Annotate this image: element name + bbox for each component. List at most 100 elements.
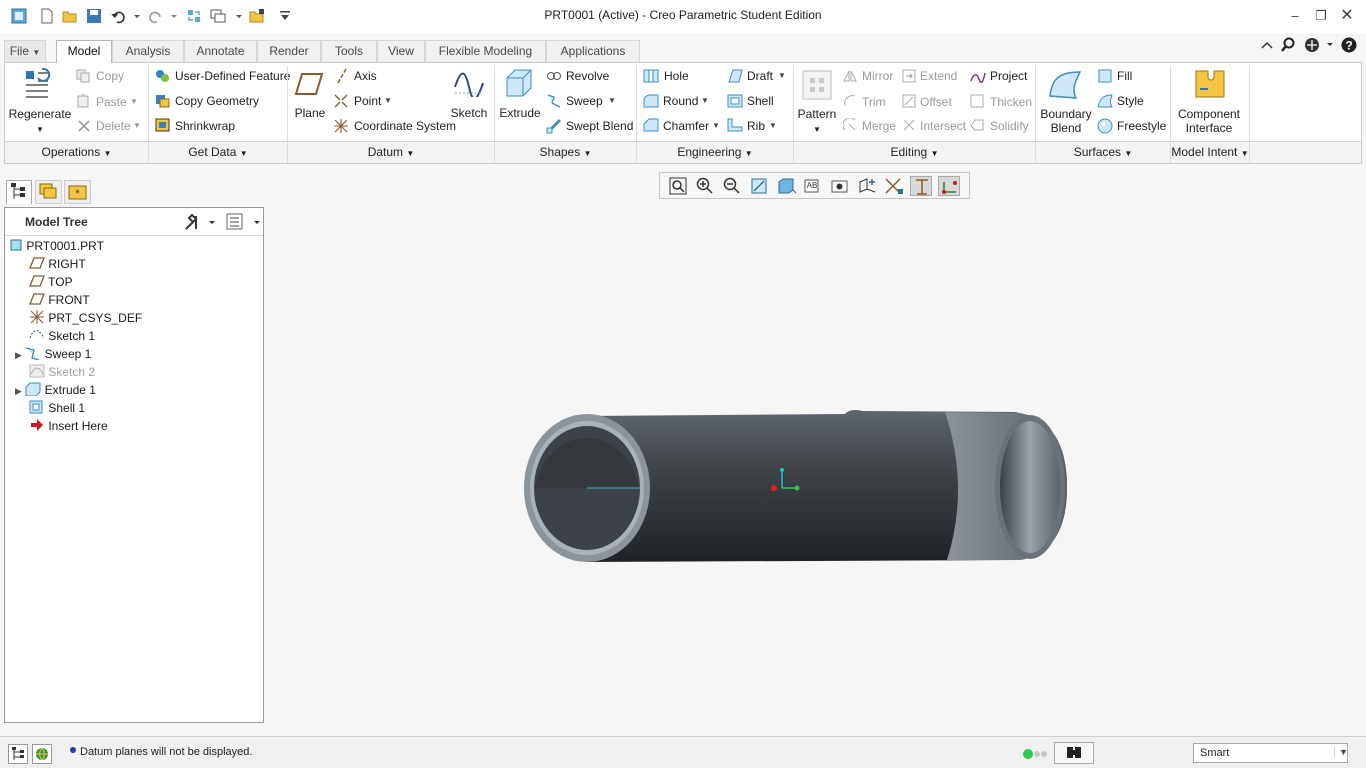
- annotation-display-icon[interactable]: [910, 176, 932, 196]
- group-model-intent[interactable]: Model Intent ▼: [1171, 141, 1249, 163]
- tab-tools[interactable]: Tools: [321, 40, 377, 62]
- help-icon[interactable]: ?: [1341, 37, 1357, 53]
- shrinkwrap-button[interactable]: Shrinkwrap: [175, 119, 235, 133]
- view-manager-icon[interactable]: [829, 176, 851, 196]
- group-shapes[interactable]: Shapes ▼: [495, 141, 636, 163]
- mirror-button[interactable]: Mirror: [862, 69, 893, 83]
- sweep-button[interactable]: Sweep: [566, 94, 603, 108]
- plane-button[interactable]: Plane: [290, 106, 330, 120]
- tree-show-icon[interactable]: [226, 213, 260, 231]
- project-button[interactable]: Project: [990, 69, 1027, 83]
- expand-arrow-icon[interactable]: ▶: [15, 386, 22, 396]
- find-icon[interactable]: [1054, 742, 1094, 764]
- tree-settings-icon[interactable]: [183, 213, 215, 231]
- regenerate-button[interactable]: Regenerate ▼: [8, 107, 72, 137]
- open-file-icon[interactable]: [62, 8, 78, 24]
- tab-flexible-modeling[interactable]: Flexible Modeling: [425, 40, 546, 62]
- solidify-button[interactable]: Solidify: [990, 119, 1029, 133]
- browser-toggle-icon[interactable]: [32, 744, 52, 764]
- tree-item-top[interactable]: TOP: [29, 273, 73, 291]
- tree-item-shell-1[interactable]: Shell 1: [29, 399, 85, 417]
- group-engineering[interactable]: Engineering ▼: [637, 141, 793, 163]
- trim-button[interactable]: Trim: [862, 95, 886, 109]
- community-icon[interactable]: [1304, 37, 1334, 53]
- group-operations[interactable]: Operations ▼: [5, 141, 148, 163]
- chamfer-button[interactable]: Chamfer: [663, 119, 709, 133]
- tree-item-front[interactable]: FRONT: [29, 291, 90, 309]
- zoom-in-icon[interactable]: [694, 176, 716, 196]
- saved-orientations-icon[interactable]: AB: [802, 176, 824, 196]
- tab-view[interactable]: View: [377, 40, 425, 62]
- tab-model[interactable]: Model: [56, 40, 112, 63]
- group-get-data[interactable]: Get Data ▼: [149, 141, 287, 163]
- regenerate-icon[interactable]: [24, 67, 56, 101]
- model-tree-tab[interactable]: [6, 180, 32, 204]
- user-defined-feature-button[interactable]: User-Defined Feature: [175, 69, 290, 83]
- style-button[interactable]: Style: [1117, 94, 1144, 108]
- tree-item-sketch-1[interactable]: Sketch 1: [29, 327, 95, 345]
- extrude-button[interactable]: Extrude: [498, 106, 542, 120]
- axis-button[interactable]: Axis: [354, 69, 377, 83]
- close-icon[interactable]: ✕: [1336, 6, 1358, 26]
- navigator-toggle-icon[interactable]: [8, 744, 28, 764]
- perspective-view-icon[interactable]: [856, 176, 878, 196]
- close-window-quick-icon[interactable]: [249, 8, 265, 24]
- freestyle-button[interactable]: Freestyle: [1117, 119, 1166, 133]
- undo-icon[interactable]: [110, 8, 140, 24]
- group-editing[interactable]: Editing ▼: [794, 141, 1035, 163]
- swept-blend-button[interactable]: Swept Blend: [566, 119, 633, 133]
- creo-app-icon[interactable]: [11, 8, 27, 24]
- datum-display-filters-icon[interactable]: [883, 176, 905, 196]
- tree-item-csys[interactable]: PRT_CSYS_DEF: [29, 309, 142, 327]
- extend-button[interactable]: Extend: [920, 69, 957, 83]
- tree-item-sweep-1[interactable]: ▶ Sweep 1: [15, 345, 91, 363]
- coordinate-system-button[interactable]: Coordinate System: [354, 119, 456, 133]
- tree-item-part[interactable]: PRT0001.PRT: [9, 237, 104, 255]
- pattern-button[interactable]: Pattern ▼: [795, 107, 839, 137]
- component-interface-button[interactable]: Component Interface: [1174, 107, 1244, 135]
- folder-browser-tab[interactable]: [35, 180, 62, 204]
- repaint-icon[interactable]: [748, 176, 770, 196]
- customize-quick-access-icon[interactable]: [277, 8, 293, 24]
- spin-center-icon[interactable]: [938, 176, 960, 196]
- restore-icon[interactable]: ❐: [1310, 6, 1332, 26]
- regeneration-status-icon[interactable]: [1022, 748, 1050, 760]
- zoom-out-icon[interactable]: [721, 176, 743, 196]
- tree-item-insert-here[interactable]: Insert Here: [29, 417, 108, 435]
- display-style-icon[interactable]: [775, 176, 797, 196]
- round-button[interactable]: Round: [663, 94, 698, 108]
- favorites-tab[interactable]: *: [64, 180, 91, 204]
- selection-filter-dropdown[interactable]: Smart ▼: [1193, 743, 1348, 763]
- offset-button[interactable]: Offset: [920, 95, 952, 109]
- windows-icon[interactable]: [210, 8, 242, 24]
- intersect-button[interactable]: Intersect: [920, 119, 966, 133]
- tab-file[interactable]: File ▼: [4, 40, 46, 62]
- tree-item-sketch-2[interactable]: Sketch 2: [29, 363, 95, 381]
- redo-icon[interactable]: [147, 8, 177, 24]
- new-file-icon[interactable]: [39, 8, 55, 24]
- draft-button[interactable]: Draft: [747, 69, 773, 83]
- hole-button[interactable]: Hole: [664, 69, 689, 83]
- delete-button[interactable]: Delete: [96, 119, 131, 133]
- tree-item-extrude-1[interactable]: ▶ Extrude 1: [15, 381, 96, 399]
- fill-button[interactable]: Fill: [1117, 69, 1132, 83]
- tab-analysis[interactable]: Analysis: [112, 40, 184, 62]
- expand-arrow-icon[interactable]: ▶: [15, 350, 22, 360]
- regenerate-quick-icon[interactable]: [186, 8, 202, 24]
- tab-applications[interactable]: Applications: [546, 40, 640, 62]
- rib-button[interactable]: Rib: [747, 119, 765, 133]
- merge-button[interactable]: Merge: [862, 119, 896, 133]
- thicken-button[interactable]: Thicken: [990, 95, 1032, 109]
- refit-icon[interactable]: [667, 176, 689, 196]
- minimize-ribbon-icon[interactable]: [1260, 38, 1274, 52]
- tab-annotate[interactable]: Annotate: [184, 40, 257, 62]
- shell-button[interactable]: Shell: [747, 94, 774, 108]
- save-icon[interactable]: [86, 8, 102, 24]
- tree-item-right[interactable]: RIGHT: [29, 255, 86, 273]
- revolve-button[interactable]: Revolve: [566, 69, 609, 83]
- tab-render[interactable]: Render: [257, 40, 321, 62]
- copy-button[interactable]: Copy: [96, 69, 124, 83]
- minimize-icon[interactable]: –: [1284, 6, 1306, 26]
- search-icon[interactable]: [1280, 37, 1296, 53]
- paste-button[interactable]: Paste: [96, 95, 127, 109]
